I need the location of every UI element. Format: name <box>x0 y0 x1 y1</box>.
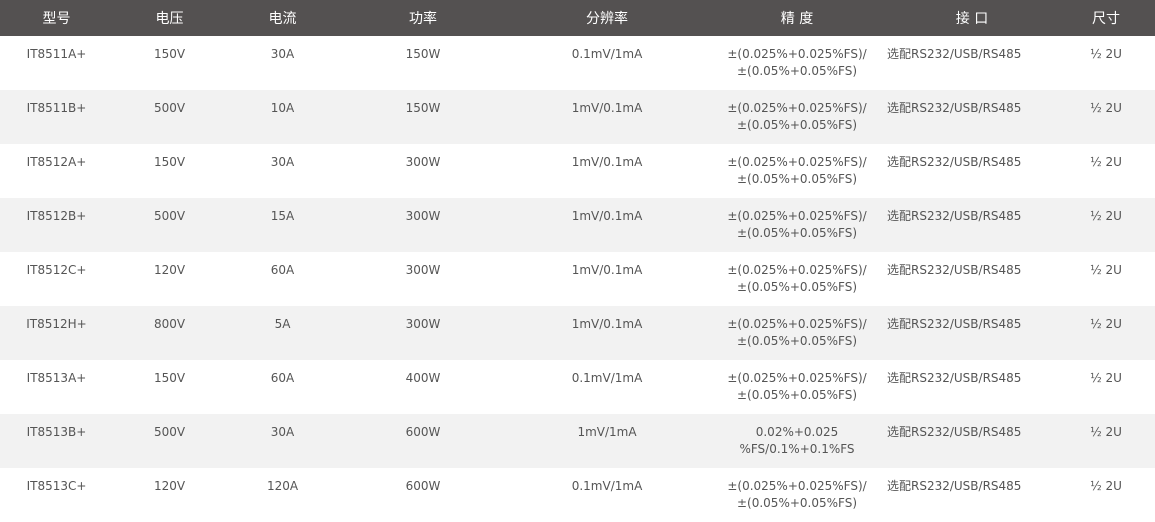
cell-interface: 选配RS232/USB/RS485 <box>887 317 1022 331</box>
cell-size: ½ 2U <box>1090 479 1122 493</box>
spec-table: 型号 电压 电流 功率 分辨率 精 度 接 口 尺寸 IT8511A+ 150V… <box>0 0 1155 522</box>
table-row: IT8512B+ 500V 15A 300W 1mV/0.1mA ±(0.025… <box>0 198 1155 252</box>
header-current: 电流 <box>268 11 297 27</box>
table-body: IT8511A+ 150V 30A 150W 0.1mV/1mA ±(0.025… <box>0 36 1155 522</box>
table-header: 型号 电压 电流 功率 分辨率 精 度 接 口 尺寸 <box>0 0 1155 36</box>
cell-model: IT8511A+ <box>26 47 87 61</box>
cell-interface: 选配RS232/USB/RS485 <box>887 155 1022 169</box>
cell-interface: 选配RS232/USB/RS485 <box>887 263 1022 277</box>
cell-voltage: 150V <box>153 371 186 385</box>
cell-power: 300W <box>405 317 441 331</box>
cell-size: ½ 2U <box>1090 263 1122 277</box>
cell-current: 10A <box>270 101 295 115</box>
header-accuracy: 精 度 <box>780 11 814 27</box>
cell-accuracy: ±(0.025%+0.025%FS)/ ±(0.05%+0.05%FS) <box>727 479 867 510</box>
cell-accuracy: ±(0.025%+0.025%FS)/ ±(0.05%+0.05%FS) <box>727 47 867 78</box>
cell-current: 15A <box>270 209 295 223</box>
cell-voltage: 120V <box>153 263 186 277</box>
cell-accuracy: ±(0.025%+0.025%FS)/ ±(0.05%+0.05%FS) <box>727 371 867 402</box>
cell-voltage: 150V <box>153 155 186 169</box>
cell-resolution: 0.1mV/1mA <box>571 47 643 61</box>
cell-power: 300W <box>405 155 441 169</box>
cell-interface: 选配RS232/USB/RS485 <box>887 209 1022 223</box>
header-model: 型号 <box>42 11 71 27</box>
cell-accuracy: ±(0.025%+0.025%FS)/ ±(0.05%+0.05%FS) <box>727 263 867 294</box>
header-power: 功率 <box>409 11 437 27</box>
cell-model: IT8513A+ <box>26 371 87 385</box>
cell-voltage: 800V <box>153 317 186 331</box>
cell-size: ½ 2U <box>1090 155 1122 169</box>
table-row: IT8512A+ 150V 30A 300W 1mV/0.1mA ±(0.025… <box>0 144 1155 198</box>
cell-size: ½ 2U <box>1090 425 1122 439</box>
cell-power: 300W <box>405 209 441 223</box>
cell-current: 30A <box>270 155 295 169</box>
table-row: IT8511B+ 500V 10A 150W 1mV/0.1mA ±(0.025… <box>0 90 1155 144</box>
header-voltage: 电压 <box>155 11 184 27</box>
cell-resolution: 1mV/0.1mA <box>571 263 643 277</box>
table-row: IT8512H+ 800V 5A 300W 1mV/0.1mA ±(0.025%… <box>0 306 1155 360</box>
table-row: IT8513C+ 120V 120A 600W 0.1mV/1mA ±(0.02… <box>0 468 1155 522</box>
cell-size: ½ 2U <box>1090 101 1122 115</box>
cell-resolution: 1mV/1mA <box>577 425 637 439</box>
cell-resolution: 1mV/0.1mA <box>571 101 643 115</box>
cell-power: 150W <box>405 47 441 61</box>
cell-current: 30A <box>270 47 295 61</box>
cell-current: 5A <box>274 317 291 331</box>
cell-interface: 选配RS232/USB/RS485 <box>887 47 1022 61</box>
cell-model: IT8512H+ <box>26 317 87 331</box>
cell-current: 60A <box>270 263 295 277</box>
header-interface: 接 口 <box>955 11 989 27</box>
cell-voltage: 500V <box>153 209 186 223</box>
cell-interface: 选配RS232/USB/RS485 <box>887 101 1022 115</box>
cell-power: 300W <box>405 263 441 277</box>
cell-power: 600W <box>405 425 441 439</box>
cell-interface: 选配RS232/USB/RS485 <box>887 479 1022 493</box>
cell-current: 60A <box>270 371 295 385</box>
cell-accuracy: 0.02%+0.025 %FS/0.1%+0.1%FS <box>739 425 855 456</box>
cell-model: IT8512B+ <box>26 209 87 223</box>
cell-voltage: 500V <box>153 101 186 115</box>
cell-voltage: 120V <box>153 479 186 493</box>
cell-accuracy: ±(0.025%+0.025%FS)/ ±(0.05%+0.05%FS) <box>727 317 867 348</box>
cell-model: IT8512A+ <box>26 155 87 169</box>
cell-resolution: 1mV/0.1mA <box>571 209 643 223</box>
header-size: 尺寸 <box>1092 11 1120 27</box>
table-row: IT8512C+ 120V 60A 300W 1mV/0.1mA ±(0.025… <box>0 252 1155 306</box>
cell-interface: 选配RS232/USB/RS485 <box>887 425 1022 439</box>
table-row: IT8513B+ 500V 30A 600W 1mV/1mA 0.02%+0.0… <box>0 414 1155 468</box>
cell-voltage: 500V <box>153 425 186 439</box>
header-row: 型号 电压 电流 功率 分辨率 精 度 接 口 尺寸 <box>0 0 1155 36</box>
cell-size: ½ 2U <box>1090 47 1122 61</box>
cell-resolution: 0.1mV/1mA <box>571 479 643 493</box>
cell-size: ½ 2U <box>1090 317 1122 331</box>
cell-resolution: 0.1mV/1mA <box>571 371 643 385</box>
table-row: IT8511A+ 150V 30A 150W 0.1mV/1mA ±(0.025… <box>0 36 1155 90</box>
cell-resolution: 1mV/0.1mA <box>571 317 643 331</box>
cell-model: IT8511B+ <box>26 101 87 115</box>
cell-current: 120A <box>266 479 299 493</box>
cell-accuracy: ±(0.025%+0.025%FS)/ ±(0.05%+0.05%FS) <box>727 155 867 186</box>
table-row: IT8513A+ 150V 60A 400W 0.1mV/1mA ±(0.025… <box>0 360 1155 414</box>
header-resolution: 分辨率 <box>586 11 628 27</box>
cell-voltage: 150V <box>153 47 186 61</box>
cell-current: 30A <box>270 425 295 439</box>
cell-model: IT8512C+ <box>26 263 87 277</box>
cell-size: ½ 2U <box>1090 371 1122 385</box>
cell-resolution: 1mV/0.1mA <box>571 155 643 169</box>
cell-model: IT8513B+ <box>26 425 87 439</box>
cell-size: ½ 2U <box>1090 209 1122 223</box>
cell-accuracy: ±(0.025%+0.025%FS)/ ±(0.05%+0.05%FS) <box>727 209 867 240</box>
cell-model: IT8513C+ <box>26 479 87 493</box>
cell-interface: 选配RS232/USB/RS485 <box>887 371 1022 385</box>
cell-accuracy: ±(0.025%+0.025%FS)/ ±(0.05%+0.05%FS) <box>727 101 867 132</box>
cell-power: 600W <box>405 479 441 493</box>
cell-power: 400W <box>405 371 441 385</box>
cell-power: 150W <box>405 101 441 115</box>
